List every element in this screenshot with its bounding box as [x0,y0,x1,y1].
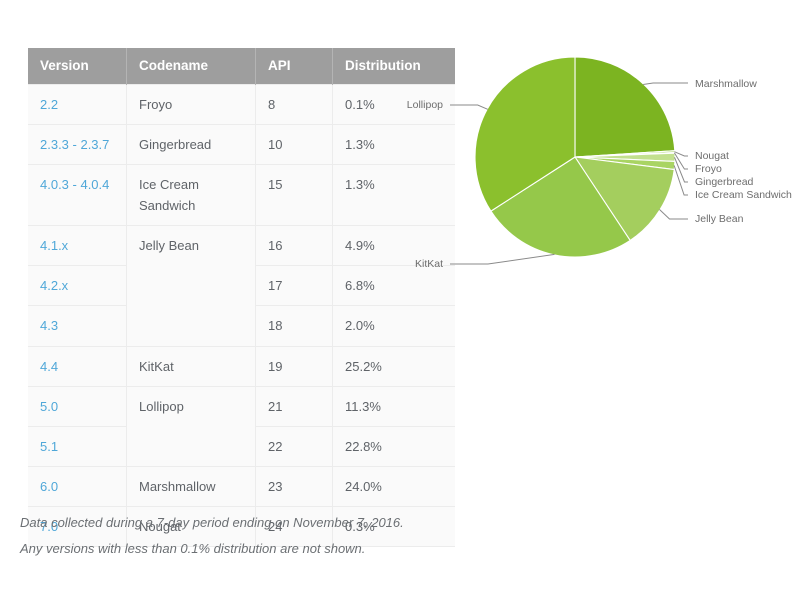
version-link[interactable]: 4.1.x [40,238,68,253]
pie-label-lollipop: Lollipop [407,99,443,111]
cell-version[interactable]: 5.1 [28,426,127,467]
table-row: 4.4 KitKat 19 25.2% [28,346,455,387]
cell-codename: Lollipop [126,386,256,467]
pie-label-marshmallow: Marshmallow [695,78,757,90]
cell-distribution: 24.0% [332,466,455,507]
cell-codename: Jelly Bean [126,225,256,347]
pie-label-nougat: Nougat [695,150,729,162]
dashboards-page: Version Codename API Distribution 2.2 Fro… [0,0,800,600]
platform-versions-pie-chart: Marshmallow Nougat Froyo Gingerbread Ice Cre… [390,30,800,300]
version-link[interactable]: 2.2 [40,97,58,112]
cell-version[interactable]: 4.1.x [28,225,127,267]
cell-distribution: 11.3% [332,386,455,427]
pie-label-gingerbread: Gingerbread [695,176,754,188]
cell-api: 10 [255,124,333,166]
footnote-line-2: Any versions with less than 0.1% distrib… [20,541,366,556]
cell-codename: Froyo [126,84,256,126]
cell-version[interactable]: 4.3 [28,305,127,347]
cell-codename: KitKat [126,346,256,387]
version-link[interactable]: 5.0 [40,399,58,414]
pie-slices-group [474,56,676,258]
version-link[interactable]: 6.0 [40,479,58,494]
pie-slice-marshmallow[interactable] [574,56,676,158]
leader-line-lollipop [450,104,488,110]
cell-version[interactable]: 4.4 [28,346,127,387]
cell-api: 21 [255,386,333,427]
cell-distribution: 2.0% [332,305,455,347]
pie-label-kitkat: KitKat [415,258,443,270]
cell-distribution: 22.8% [332,426,455,467]
cell-api: 18 [255,305,333,347]
version-link[interactable]: 4.0.3 - 4.0.4 [40,177,109,192]
cell-api: 17 [255,265,333,307]
column-header-codename: Codename [126,48,256,85]
cell-version[interactable]: 2.3.3 - 2.3.7 [28,124,127,166]
leader-line-marshmallow [643,82,688,85]
cell-version[interactable]: 6.0 [28,466,127,507]
leader-line-gingerbread [674,157,688,183]
column-header-api: API [255,48,333,85]
leader-line-kitkat [450,253,555,265]
pie-label-ice-cream-sandwich: Ice Cream Sandwich [695,189,792,201]
pie-chart-svg: Marshmallow NougatFroyoGingerbreadIce Cre… [407,56,792,270]
cell-version[interactable]: 5.0 [28,386,127,427]
footnote: Data collected during a 7-day period end… [20,510,490,562]
version-link[interactable]: 4.2.x [40,278,68,293]
pie-label-froyo: Froyo [695,163,722,175]
cell-api: 23 [255,466,333,507]
version-link[interactable]: 4.4 [40,359,58,374]
cell-codename: Ice Cream Sandwich [126,164,256,227]
cell-api: 22 [255,426,333,467]
cell-version[interactable]: 4.0.3 - 4.0.4 [28,164,127,227]
table-row: 5.0 Lollipop 21 11.3% [28,386,455,467]
version-link[interactable]: 4.3 [40,318,58,333]
cell-api: 8 [255,84,333,126]
cell-api: 16 [255,225,333,267]
platform-versions-table-panel: Version Codename API Distribution 2.2 Fro… [28,48,455,547]
cell-api: 19 [255,346,333,387]
table-row: 6.0 Marshmallow 23 24.0% [28,466,455,507]
leader-line-ice-cream-sandwich [673,165,688,196]
pie-label-jelly-bean: Jelly Bean [695,213,744,225]
cell-distribution: 25.2% [332,346,455,387]
version-link[interactable]: 2.3.3 - 2.3.7 [40,137,109,152]
cell-version[interactable]: 2.2 [28,84,127,126]
cell-codename: Gingerbread [126,124,256,166]
cell-version[interactable]: 4.2.x [28,265,127,307]
cell-api: 15 [255,164,333,227]
column-header-version: Version [28,48,127,85]
cell-codename: Marshmallow [126,466,256,507]
version-link[interactable]: 5.1 [40,439,58,454]
footnote-line-1: Data collected during a 7-day period end… [20,515,404,530]
leader-line-jelly-bean [659,209,688,220]
